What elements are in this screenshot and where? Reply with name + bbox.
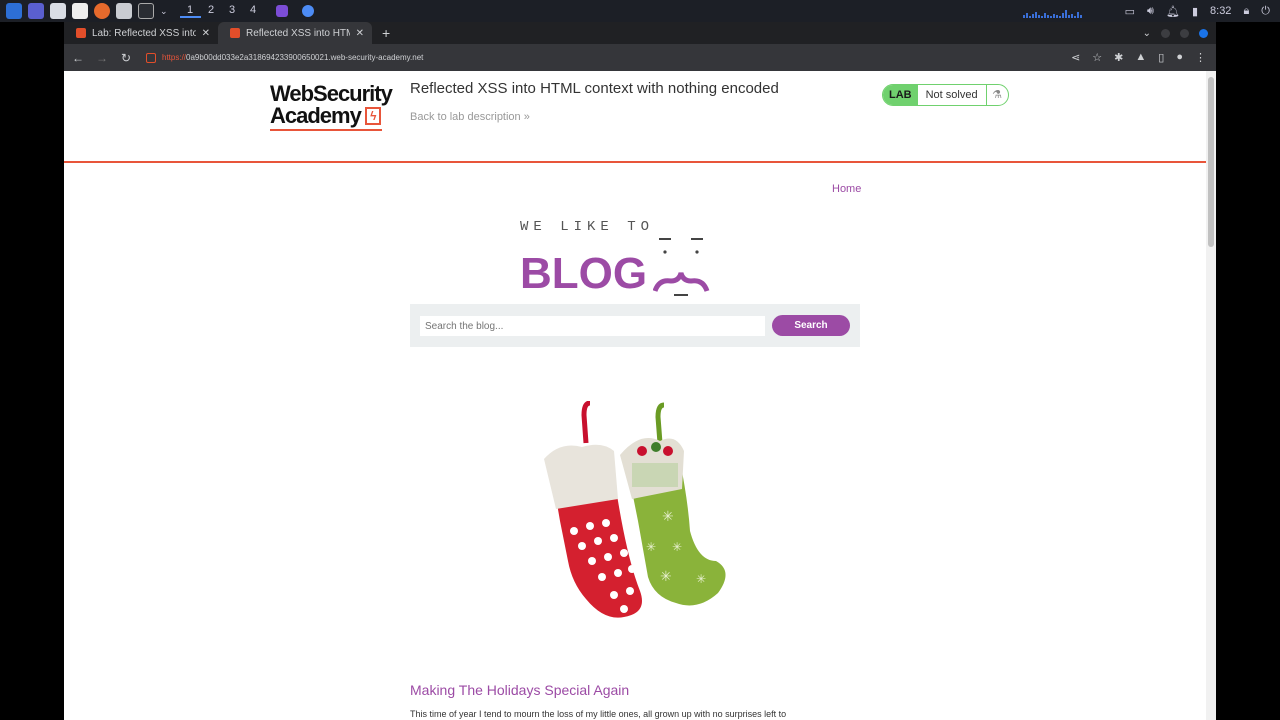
svg-text:✳: ✳ — [662, 509, 674, 525]
minimize-icon[interactable] — [1161, 28, 1170, 38]
volume-icon[interactable]: 🔊︎ — [1147, 5, 1154, 18]
workspace-3[interactable]: 3 — [222, 4, 243, 18]
logo-bolt-icon: ϟ — [364, 107, 381, 125]
sidebar-icon[interactable]: ▯ — [1158, 51, 1164, 64]
workspace-1[interactable]: 1 — [179, 4, 201, 18]
logo-line1: WebSecurity — [270, 81, 393, 106]
star-icon[interactable]: ☆ — [1092, 51, 1102, 64]
workspace-switcher: 1 2 3 4 — [179, 4, 264, 18]
lab-status-badge: LAB Not solved ⚗ — [882, 84, 1009, 106]
site-info-icon[interactable] — [146, 52, 156, 63]
lab-title: Reflected XSS into HTML context with not… — [410, 80, 779, 97]
bell-icon[interactable]: 🔔︎ — [1166, 5, 1180, 18]
workspace-2[interactable]: 2 — [201, 4, 222, 18]
post-title[interactable]: Making The Holidays Special Again — [410, 682, 629, 698]
smiley-face-icon — [653, 238, 710, 296]
logo-underline — [270, 129, 382, 131]
document-icon[interactable] — [72, 3, 88, 19]
blog-tagline: WE LIKE TO — [520, 219, 655, 235]
flask-icon: ⚗ — [985, 85, 1008, 105]
chrome-icon[interactable] — [301, 5, 314, 17]
back-to-lab-description-link[interactable]: Back to lab description » — [410, 111, 530, 123]
desktop-icon[interactable] — [28, 3, 44, 19]
christmas-stockings-image[interactable]: ✳ ✳ ✳ ✳ ✳ — [520, 401, 740, 631]
scrollbar-thumb[interactable] — [1208, 77, 1214, 247]
logo-line2: Academy — [270, 103, 362, 128]
network-graph — [1022, 4, 1113, 18]
lock-icon[interactable]: 🔒︎ — [1243, 5, 1249, 18]
menu-icon[interactable]: ⋮ — [1195, 51, 1206, 64]
burp-icon[interactable] — [275, 5, 288, 17]
svg-text:✳: ✳ — [646, 540, 656, 554]
terminal-icon[interactable] — [138, 3, 154, 19]
reload-icon[interactable]: ↻ — [116, 51, 136, 65]
maximize-icon[interactable] — [1180, 28, 1189, 38]
close-icon[interactable]: ✕ — [356, 28, 364, 39]
share-icon[interactable]: ⋖ — [1071, 51, 1080, 64]
search-input[interactable] — [420, 316, 765, 336]
chevron-down-icon[interactable]: ⌄ — [160, 6, 168, 17]
browser-tab[interactable]: Lab: Reflected XSS into HT ✕ — [64, 22, 218, 44]
tab-search-icon[interactable]: ⌄ — [1143, 28, 1151, 39]
tab-title: Lab: Reflected XSS into HT — [92, 27, 196, 39]
close-icon[interactable]: ✕ — [202, 28, 210, 39]
battery-icon[interactable]: ▮ — [1192, 5, 1198, 18]
lab-status: Not solved — [925, 89, 978, 101]
app-launcher-icon[interactable] — [6, 3, 22, 19]
back-link-label: Back to lab description — [410, 111, 521, 123]
url-scheme: https:// — [162, 53, 187, 62]
screen-icon[interactable]: ▭ — [1125, 5, 1135, 18]
lab-extension-icon[interactable]: ▲ — [1135, 51, 1146, 64]
os-taskbar: ⌄ 1 2 3 4 ▭ 🔊︎ 🔔︎ ▮ 8:32 🔒︎ ⏻ — [0, 0, 1280, 22]
double-chevron-right-icon: » — [523, 111, 530, 123]
power-icon[interactable]: ⏻ — [1261, 5, 1270, 18]
blog-word: BLOG — [520, 249, 648, 298]
lab-label: LAB — [883, 85, 918, 105]
svg-text:✳: ✳ — [672, 540, 682, 554]
firefox-icon[interactable] — [94, 3, 110, 19]
new-tab-icon[interactable]: + — [372, 25, 400, 41]
image-viewer-icon[interactable] — [116, 3, 132, 19]
tab-favicon-icon — [76, 28, 86, 38]
svg-text:✳: ✳ — [660, 569, 672, 585]
workspace-4[interactable]: 4 — [243, 4, 264, 18]
home-link[interactable]: Home — [832, 183, 861, 195]
profile-icon[interactable]: ● — [1176, 51, 1183, 64]
url-host: 0a9b00dd033e2a318694233900650021.web-sec… — [186, 53, 424, 62]
address-bar: ← → ↻ https://0a9b00dd033e2a318694233900… — [64, 44, 1216, 71]
tab-favicon-icon — [230, 28, 240, 38]
tab-title: Reflected XSS into HTML c — [246, 27, 350, 39]
browser-tabbar: Lab: Reflected XSS into HT ✕ Reflected X… — [64, 22, 1216, 44]
files-icon[interactable] — [50, 3, 66, 19]
url-field[interactable]: https://0a9b00dd033e2a318694233900650021… — [146, 52, 424, 63]
close-window-icon[interactable] — [1199, 28, 1208, 38]
extensions-icon[interactable]: ✱ — [1114, 51, 1123, 64]
forward-icon[interactable]: → — [92, 51, 112, 65]
back-icon[interactable]: ← — [68, 51, 88, 65]
search-button[interactable]: Search — [772, 315, 850, 336]
blog-logo: WE LIKE TO BLOG — [520, 219, 760, 297]
svg-text:✳: ✳ — [696, 572, 706, 586]
scrollbar[interactable] — [1206, 71, 1216, 720]
web-security-academy-logo[interactable]: WebSecurity Academy ϟ — [270, 83, 400, 131]
post-excerpt: This time of year I tend to mourn the lo… — [410, 709, 787, 719]
search-panel: Search — [410, 304, 860, 347]
page-viewport: WebSecurity Academy ϟ Reflected XSS into … — [64, 71, 1216, 720]
browser-tab-active[interactable]: Reflected XSS into HTML c ✕ — [218, 22, 372, 44]
academy-header: WebSecurity Academy ϟ Reflected XSS into … — [64, 71, 1206, 163]
clock: 8:32 — [1210, 5, 1232, 17]
